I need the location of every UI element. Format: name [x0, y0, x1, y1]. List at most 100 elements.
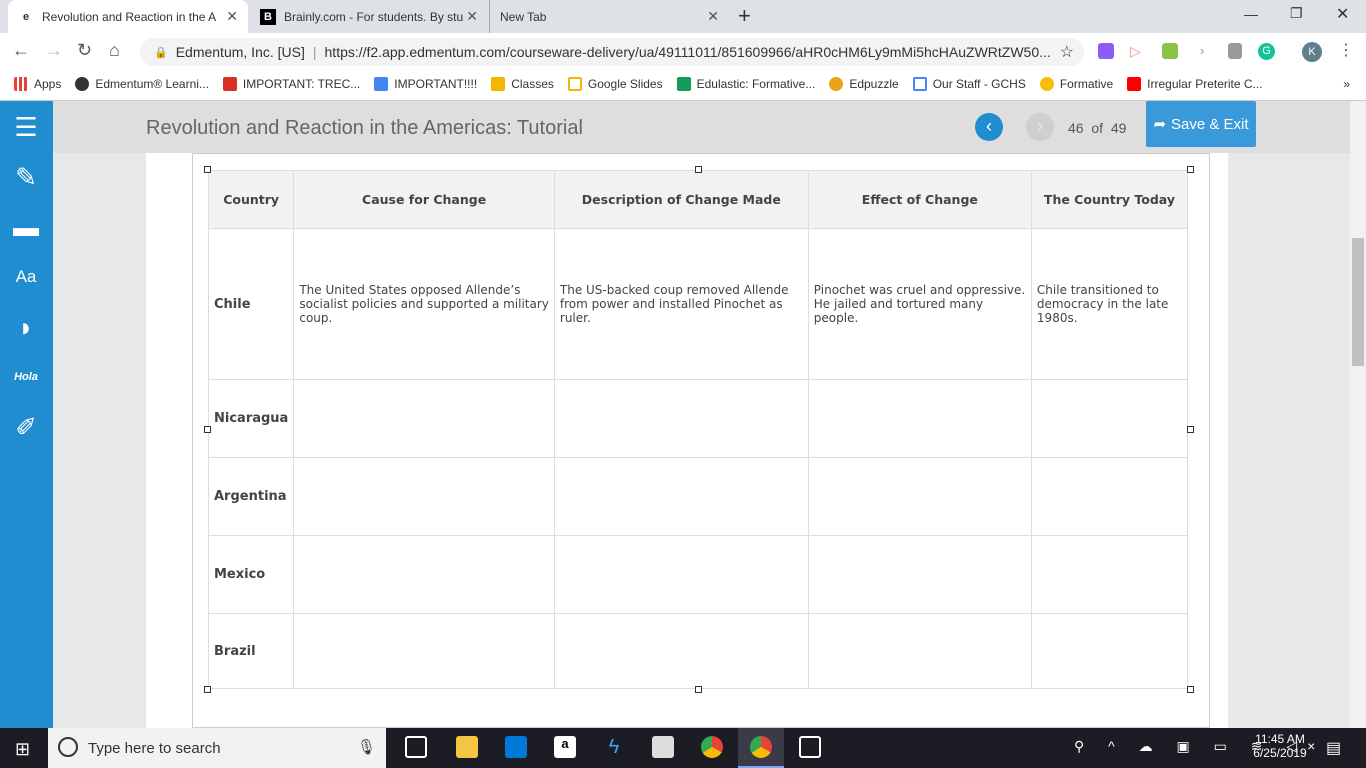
minimize-button[interactable]: —	[1244, 6, 1258, 22]
table-cell[interactable]	[807, 379, 1032, 458]
docs-icon	[374, 76, 389, 91]
tab-brainly[interactable]: B Brainly.com - For students. By stu ✕	[250, 0, 488, 33]
table-cell[interactable]: The United States opposed Allende’s soci…	[293, 228, 555, 380]
next-page-button[interactable]: ›	[1026, 113, 1054, 141]
bookmark-item[interactable]: IMPORTANT: TREC...	[222, 76, 360, 91]
bookmark-item[interactable]: IMPORTANT!!!!	[374, 76, 477, 91]
table-cell[interactable]	[807, 535, 1032, 614]
bookmark-star-icon[interactable]: ☆	[1060, 42, 1074, 62]
table-cell[interactable]	[1030, 457, 1189, 536]
table-cell[interactable]	[293, 379, 555, 458]
page-scrollbar[interactable]	[1350, 101, 1366, 728]
table-cell[interactable]: The US-backed coup removed Allende from …	[553, 228, 809, 380]
resize-handle[interactable]	[204, 166, 211, 173]
table-cell[interactable]	[553, 613, 809, 689]
bookmark-item[interactable]: Formative	[1039, 76, 1113, 91]
dictionary-icon[interactable]: Aa	[8, 259, 44, 295]
menu-icon[interactable]: ⋮	[1338, 40, 1354, 60]
bookmarks-overflow[interactable]: »	[1343, 77, 1350, 91]
bookmark-apps[interactable]: Apps	[14, 76, 61, 91]
address-bar[interactable]: 🔒 Edmentum, Inc. [US] | https://f2.app.e…	[140, 38, 1084, 66]
table-cell[interactable]	[553, 379, 809, 458]
bookmark-item[interactable]: Google Slides	[567, 76, 663, 91]
tab-edmentum[interactable]: e Revolution and Reaction in the A ✕	[8, 0, 248, 33]
store-icon[interactable]	[505, 736, 527, 758]
column-header: The Country Today	[1030, 170, 1189, 229]
system-tray-icons[interactable]: ⚲ ^ ☁ ▣ ▭ ≋ ◁×	[1074, 738, 1325, 755]
table-cell[interactable]	[293, 613, 555, 689]
resize-handle[interactable]	[1187, 426, 1194, 433]
resize-handle[interactable]	[695, 686, 702, 693]
amazon-icon[interactable]: a	[554, 736, 576, 758]
country-cell[interactable]: Nicaragua	[207, 379, 295, 458]
file-explorer-icon[interactable]	[456, 736, 478, 758]
new-tab-button[interactable]: +	[738, 3, 751, 29]
translate-icon[interactable]: Hola	[8, 359, 44, 395]
edit-icon[interactable]: ✎	[8, 159, 44, 195]
mail-icon[interactable]	[652, 736, 674, 758]
table-cell[interactable]	[553, 535, 809, 614]
photos-icon[interactable]	[799, 736, 821, 758]
country-cell[interactable]: Mexico	[207, 535, 295, 614]
extension-icon[interactable]: ▷	[1130, 43, 1141, 60]
resize-handle[interactable]	[204, 686, 211, 693]
bookmark-item[interactable]: Edmentum® Learni...	[75, 76, 209, 91]
chrome-icon[interactable]	[701, 736, 723, 758]
resize-handle[interactable]	[204, 426, 211, 433]
forward-icon[interactable]: →	[45, 40, 63, 61]
table-row: Mexico	[207, 535, 1189, 614]
active-chrome-taskbar[interactable]	[738, 728, 784, 768]
resize-handle[interactable]	[1187, 686, 1194, 693]
country-cell[interactable]: Argentina	[207, 457, 295, 536]
highlighter-icon[interactable]: ✐	[8, 409, 44, 445]
bookmark-item[interactable]: Irregular Preterite C...	[1127, 76, 1263, 91]
bookmark-item[interactable]: Our Staff - GCHS	[912, 76, 1026, 91]
grammarly-icon[interactable]: G	[1258, 43, 1275, 60]
task-view-icon[interactable]	[405, 736, 427, 758]
restore-button[interactable]: ❐	[1290, 5, 1303, 22]
microphone-icon[interactable]: 🎙	[357, 738, 376, 756]
table-cell[interactable]: Pinochet was cruel and oppressive. He ja…	[807, 228, 1032, 380]
taskbar-search-input[interactable]: Type here to search 🎙	[48, 728, 386, 768]
formative-icon	[1039, 76, 1054, 91]
extension-icon[interactable]	[1162, 43, 1178, 59]
profile-avatar[interactable]: K	[1302, 42, 1322, 62]
table-cell[interactable]	[1030, 379, 1189, 458]
back-icon[interactable]: ←	[12, 40, 30, 61]
resize-handle[interactable]	[1187, 166, 1194, 173]
table-cell[interactable]	[807, 613, 1032, 689]
save-exit-button[interactable]: ➦ Save & Exit	[1146, 101, 1256, 147]
notifications-icon[interactable]: ▤	[1326, 738, 1341, 758]
resize-handle[interactable]	[695, 166, 702, 173]
reload-icon[interactable]: ↻	[77, 40, 92, 61]
bookmark-item[interactable]: Classes	[491, 76, 554, 91]
extension-icon[interactable]	[1098, 43, 1114, 59]
close-tab-icon[interactable]: ✕	[707, 8, 719, 25]
table-cell[interactable]	[293, 535, 555, 614]
country-cell[interactable]: Chile	[207, 228, 295, 380]
table-cell[interactable]	[553, 457, 809, 536]
windows-start-icon[interactable]: ⊞	[15, 739, 30, 760]
country-cell[interactable]: Brazil	[207, 613, 295, 689]
close-tab-icon[interactable]: ✕	[466, 8, 478, 25]
home-icon[interactable]: ⌂	[109, 40, 120, 61]
speaker-icon[interactable]: ◗	[8, 309, 44, 345]
extension-icon[interactable]: ›	[1200, 43, 1204, 58]
close-tab-icon[interactable]: ✕	[226, 8, 238, 25]
extension-icon[interactable]	[1228, 43, 1242, 59]
folder-icon[interactable]: ▬	[8, 209, 44, 245]
table-cell[interactable]	[1030, 535, 1189, 614]
close-window-button[interactable]: ✕	[1336, 4, 1349, 24]
previous-page-button[interactable]: ‹	[975, 113, 1003, 141]
list-icon[interactable]: ☰	[8, 109, 44, 145]
table-cell[interactable]: Chile transitioned to democracy in the l…	[1030, 228, 1189, 380]
scrollbar-thumb[interactable]	[1352, 238, 1364, 366]
data-table[interactable]: Country Cause for Change Description of …	[207, 170, 1189, 689]
tab-new[interactable]: New Tab ✕	[489, 0, 729, 33]
bookmark-item[interactable]: Edulastic: Formative...	[676, 76, 815, 91]
app-icon[interactable]: ϟ	[603, 736, 625, 758]
bookmark-item[interactable]: Edpuzzle	[829, 76, 899, 91]
table-cell[interactable]	[807, 457, 1032, 536]
table-cell[interactable]	[293, 457, 555, 536]
table-cell[interactable]	[1030, 613, 1189, 689]
